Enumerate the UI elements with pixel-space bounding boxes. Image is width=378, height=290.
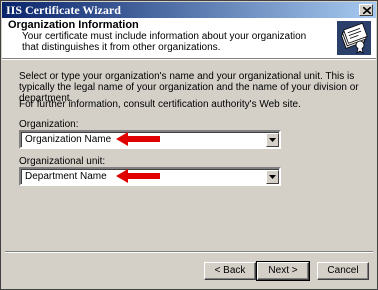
organizational-unit-dropdown-button[interactable] xyxy=(266,170,279,184)
annotation-arrow-icon xyxy=(116,169,160,183)
wizard-header: Organization Information Your certificat… xyxy=(2,18,376,59)
header-description: Your certificate must include informatio… xyxy=(22,31,307,53)
organization-dropdown-button[interactable] xyxy=(266,133,279,147)
next-button[interactable]: Next > xyxy=(256,261,310,281)
close-button[interactable] xyxy=(359,4,373,16)
chevron-down-icon xyxy=(269,138,276,142)
title-bar[interactable]: IIS Certificate Wizard xyxy=(2,2,376,18)
organization-value[interactable]: Organization Name xyxy=(25,134,111,145)
wizard-window: IIS Certificate Wizard Organization Info… xyxy=(0,0,378,290)
footer-divider-highlight xyxy=(5,252,373,253)
header-title: Organization Information xyxy=(8,19,139,31)
back-button[interactable]: < Back xyxy=(204,262,256,280)
further-info-text: For further information, consult certifi… xyxy=(19,99,301,110)
organizational-unit-label: Organizational unit: xyxy=(19,156,106,167)
chevron-down-icon xyxy=(269,175,276,179)
organization-label: Organization: xyxy=(19,119,79,130)
annotation-arrow-icon xyxy=(116,132,160,146)
window-title: IIS Certificate Wizard xyxy=(6,3,121,17)
cancel-button[interactable]: Cancel xyxy=(317,262,369,280)
certificate-wizard-icon xyxy=(337,21,371,55)
close-icon xyxy=(363,7,371,14)
header-divider xyxy=(2,59,376,60)
organizational-unit-value[interactable]: Department Name xyxy=(25,171,107,182)
